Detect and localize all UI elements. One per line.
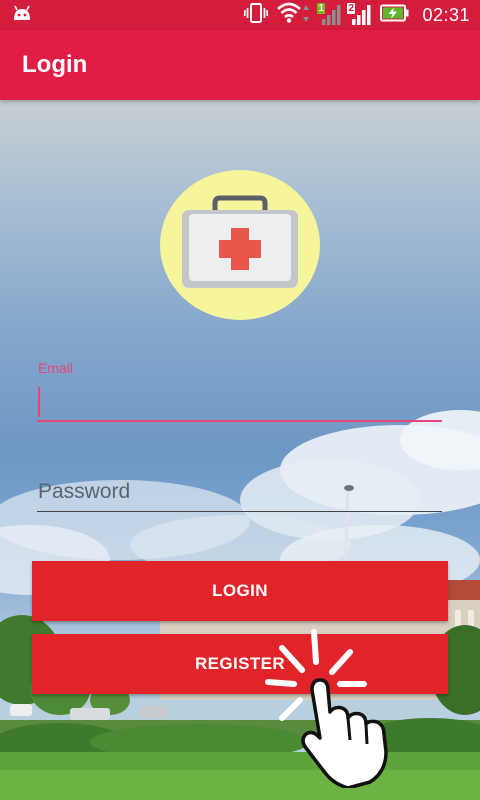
first-aid-kit-icon bbox=[182, 195, 298, 288]
email-label: Email bbox=[38, 360, 74, 376]
wifi-icon bbox=[276, 2, 312, 29]
vibrate-icon bbox=[244, 2, 269, 29]
page-title: Login bbox=[22, 51, 88, 78]
status-bar: 1 2 02:31 bbox=[0, 0, 480, 30]
app-logo bbox=[160, 170, 320, 320]
signal-sim2-icon: 2 bbox=[347, 3, 372, 26]
battery-charging-icon bbox=[380, 4, 410, 27]
password-field[interactable] bbox=[37, 472, 442, 512]
status-time: 02:31 bbox=[422, 4, 470, 25]
email-field[interactable] bbox=[37, 382, 442, 422]
sim1-number: 1 bbox=[317, 3, 326, 14]
tap-hand-icon bbox=[265, 629, 388, 788]
android-icon bbox=[12, 5, 32, 26]
login-button[interactable]: LOGIN bbox=[32, 561, 448, 621]
text-cursor bbox=[38, 387, 40, 417]
signal-sim1-icon: 1 bbox=[317, 3, 342, 26]
app-bar: Login bbox=[0, 30, 480, 100]
sim2-number: 2 bbox=[347, 3, 356, 14]
